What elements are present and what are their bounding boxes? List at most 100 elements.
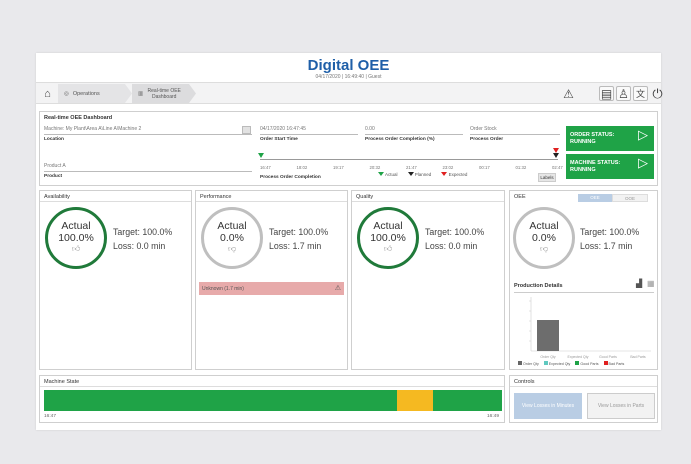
app-subtitle: 04/17/2020 | 16:49:40 | Guest — [315, 74, 382, 80]
performance-target: Target: 100.0% — [269, 227, 329, 237]
view-losses-parts-button[interactable]: View Losses in Parts — [587, 393, 655, 419]
performance-panel: Performance Actual 0.0% 👎︎ Target: 100.0… — [195, 190, 348, 370]
machine-state-bar — [44, 390, 502, 411]
production-legend: Order Qty Expected Qty Good Parts Bad Pa… — [518, 361, 624, 366]
order-status-button[interactable]: ORDER STATUS: RUNNING ▷ — [566, 126, 654, 151]
machine-state-panel: Machine State 16:47 16:49 — [39, 375, 505, 423]
machine-picker-button[interactable] — [242, 126, 251, 134]
crumb-dashboard-label: Real-time OEE Dashboard — [147, 87, 181, 100]
timeline-axis — [260, 159, 558, 160]
quality-value: 100.0% — [370, 232, 406, 244]
thumbs-up-icon: 👍︎ — [383, 244, 393, 253]
oee-actual-label: Actual — [529, 220, 559, 232]
cat-order-qty: Order Qty — [540, 355, 556, 359]
warning-icon: ⚠ — [334, 285, 341, 292]
crumb-operations[interactable]: ◎ Operations — [58, 84, 132, 103]
timeline-tick-label: 01:32 — [515, 165, 527, 170]
performance-actual-label: Actual — [217, 220, 247, 232]
translate-icon[interactable]: 文 — [633, 86, 648, 101]
timeline-tick-label: 19:17 — [333, 165, 344, 170]
timeline-label: Process Order Completion — [260, 175, 321, 180]
legend-order-qty: Order Qty — [518, 361, 539, 366]
user-icon[interactable]: ♙ — [616, 86, 631, 101]
quality-gauge: Actual 100.0% 👍︎ — [357, 207, 419, 269]
dashboard-icon: ▥ — [138, 90, 144, 97]
cat-good-parts: Good Parts — [599, 355, 617, 359]
timeline-tick-label: 02:47 — [552, 165, 563, 170]
legend-expected-qty: Expected Qty — [543, 361, 570, 366]
availability-panel: Availability Actual 100.0% 👍︎ Target: 10… — [39, 190, 192, 370]
quality-kpi: Target: 100.0% Loss: 0.0 min — [425, 225, 484, 253]
machine-field[interactable]: Machine: My Plant\Area A\Line A\Machine … — [44, 126, 252, 135]
order-start-value: 04/17/2020 16:47:45 — [260, 126, 358, 135]
completion-label: Process Order Completion (%) — [365, 137, 435, 142]
order-info-panel: Real-time OEE Dashboard Machine: My Plan… — [39, 111, 658, 186]
table-view-icon[interactable]: ▦ — [647, 279, 655, 288]
legend-bad-parts: Bad Parts — [603, 361, 624, 366]
view-losses-minutes-button[interactable]: View Losses in Minutes — [514, 393, 582, 419]
warning-icon[interactable]: ⚠ — [561, 86, 576, 101]
breadcrumb: ⌂ ◎ Operations ▥ Real-time OEE Dashboard… — [36, 82, 663, 104]
bar-chart-icon[interactable]: ▟ — [636, 279, 642, 288]
production-chart: Order Qty Expected Qty Good Parts Bad Pa… — [529, 297, 651, 359]
machine-state-title: Machine State — [40, 376, 504, 387]
timeline-tick-label: 16:47 — [260, 165, 271, 170]
legend-planned: Planned — [407, 172, 431, 177]
process-order-label: Process Order — [470, 137, 504, 142]
machine-status-button[interactable]: MACHINE STATUS: RUNNING ▷ — [566, 154, 654, 179]
timeline-tick-label: 23:02 — [442, 165, 454, 170]
timeline-tick-label: 00:17 — [479, 165, 490, 170]
production-title: Production Details — [514, 283, 563, 289]
order-start-label: Order Start Time — [260, 137, 298, 142]
legend-actual: Actual — [378, 172, 398, 177]
crumb-dashboard[interactable]: ▥ Real-time OEE Dashboard — [132, 84, 196, 103]
cat-expected-qty: Expected Qty — [567, 355, 588, 359]
bar-order-qty — [537, 320, 559, 351]
thumbs-down-icon: 👎︎ — [539, 244, 549, 253]
state-segment-idle — [397, 390, 433, 411]
quality-target: Target: 100.0% — [425, 227, 485, 237]
oee-panel: OEE OEE OOE Actual 0.0% 👎︎ Target: 100.0… — [509, 190, 658, 370]
timeline-tick-label: 18:02 — [296, 165, 308, 170]
home-icon[interactable]: ⌂ — [40, 86, 55, 101]
state-end-time: 16:49 — [487, 414, 500, 419]
availability-actual-label: Actual — [61, 220, 91, 232]
order-timeline — [258, 148, 559, 166]
process-order-value: Order Stock — [470, 126, 560, 135]
availability-value: 100.0% — [58, 232, 94, 244]
play-icon: ▷ — [638, 155, 648, 170]
availability-target: Target: 100.0% — [113, 227, 173, 237]
thumbs-down-icon: 👎︎ — [227, 244, 237, 253]
loss-reason-bar[interactable]: Unknown (1.7 min) ⚠ — [199, 282, 344, 295]
report-icon[interactable]: ▤ — [599, 86, 614, 101]
tab-ooe[interactable]: OOE — [612, 194, 648, 202]
legend-expected: Expected — [441, 172, 467, 177]
quality-loss: Loss: 0.0 min — [425, 241, 478, 251]
availability-loss: Loss: 0.0 min — [113, 241, 166, 251]
timeline-legend: Actual Planned Expected — [378, 172, 467, 177]
quality-title: Quality — [352, 191, 504, 202]
thumbs-up-icon: 👍︎ — [71, 244, 81, 253]
performance-title: Performance — [196, 191, 347, 202]
loss-reason-label: Unknown (1.7 min) — [202, 286, 244, 292]
oee-loss: Loss: 1.7 min — [580, 241, 633, 251]
controls-title: Controls — [510, 376, 657, 387]
quality-panel: Quality Actual 100.0% 👍︎ Target: 100.0% … — [351, 190, 505, 370]
oee-tab-switch: OEE OOE — [578, 194, 648, 202]
state-start-time: 16:47 — [44, 414, 57, 419]
availability-title: Availability — [40, 191, 191, 202]
oee-target: Target: 100.0% — [580, 227, 640, 237]
power-icon[interactable]: ⏻ — [650, 86, 665, 101]
planned-marker-icon — [553, 153, 559, 158]
availability-gauge: Actual 100.0% 👍︎ — [45, 207, 107, 269]
tab-oee[interactable]: OEE — [578, 194, 612, 202]
production-chart-area — [514, 292, 654, 293]
performance-gauge: Actual 0.0% 👎︎ — [201, 207, 263, 269]
quality-actual-label: Actual — [373, 220, 403, 232]
actual-marker-icon — [258, 153, 264, 158]
timeline-tick-label: 21:47 — [406, 165, 417, 170]
performance-loss: Loss: 1.7 min — [269, 241, 322, 251]
app-header: Digital OEE 04/17/2020 | 16:49:40 | Gues… — [36, 53, 661, 82]
cat-bad-parts: Bad Parts — [630, 355, 646, 359]
labels-button[interactable]: Labels — [538, 173, 556, 182]
